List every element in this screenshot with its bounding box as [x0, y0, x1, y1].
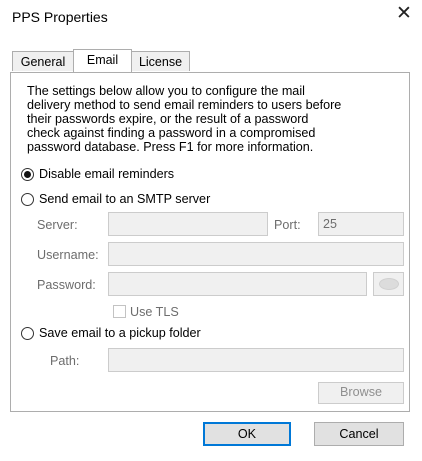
use-tls-label: Use TLS: [130, 305, 179, 319]
smtp-label: Send email to an SMTP server: [39, 192, 211, 206]
tab-general-label: General: [20, 55, 66, 69]
tab-general[interactable]: General: [12, 51, 74, 71]
use-tls-checkbox[interactable]: [113, 305, 126, 318]
server-label: Server:: [37, 218, 78, 232]
description-line: password database. Press F1 for more inf…: [27, 140, 314, 154]
cancel-button[interactable]: Cancel: [314, 422, 404, 446]
disable-email-label: Disable email reminders: [39, 167, 175, 181]
radio-button[interactable]: [21, 192, 34, 206]
description-line: check against finding a password in a co…: [27, 126, 316, 140]
description-line: delivery method to send email reminders …: [27, 98, 342, 112]
port-input[interactable]: 25: [318, 212, 404, 236]
tab-email[interactable]: Email: [73, 49, 132, 72]
close-icon[interactable]: ✕: [396, 3, 412, 25]
server-input[interactable]: [108, 212, 268, 236]
radio-button[interactable]: [21, 326, 34, 340]
path-input[interactable]: [108, 348, 404, 372]
pickup-folder-radio[interactable]: Save email to a pickup folder: [21, 326, 201, 340]
password-label: Password:: [37, 278, 96, 292]
tab-email-label: Email: [86, 53, 119, 67]
password-input[interactable]: [108, 272, 367, 296]
radio-button-checked[interactable]: [21, 167, 34, 181]
eye-icon: [378, 278, 399, 290]
disable-email-radio[interactable]: Disable email reminders: [21, 167, 174, 181]
window-title: PPS Properties: [12, 9, 108, 25]
port-label: Port:: [274, 218, 301, 232]
smtp-radio[interactable]: Send email to an SMTP server: [21, 192, 210, 206]
show-password-button[interactable]: [373, 272, 404, 296]
username-input[interactable]: [108, 242, 404, 266]
description-line: The settings below allow you to configur…: [27, 84, 305, 98]
tab-license[interactable]: License: [131, 51, 190, 71]
ok-button[interactable]: OK: [203, 422, 291, 446]
browse-button[interactable]: Browse: [318, 382, 404, 404]
tab-license-label: License: [138, 55, 183, 69]
pickup-folder-label: Save email to a pickup folder: [39, 326, 201, 340]
username-label: Username:: [37, 248, 99, 262]
description-line: their passwords expire, or the result of…: [27, 112, 309, 126]
email-description: The settings below allow you to configur…: [27, 84, 397, 154]
path-label: Path:: [50, 354, 80, 368]
